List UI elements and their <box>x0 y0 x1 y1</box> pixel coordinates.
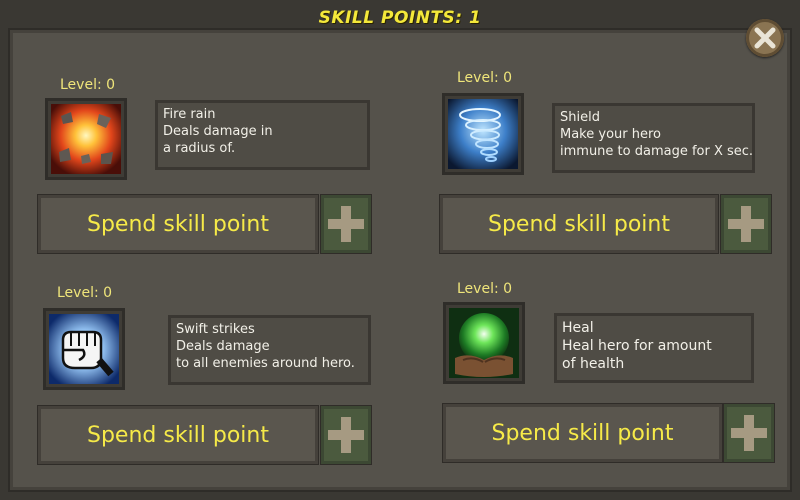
add-heal-button[interactable] <box>724 404 774 462</box>
add-shield-button[interactable] <box>721 195 771 253</box>
spend-skill-point-button-swift-strikes[interactable]: Spend skill point <box>38 406 318 464</box>
add-fire-rain-button[interactable] <box>321 195 371 253</box>
skill-icon-frame-shield <box>442 93 524 175</box>
skill-desc-line: Make your hero <box>560 127 661 142</box>
skill-desc-shield: Shield Make your hero immune to damage f… <box>552 103 755 173</box>
add-swift-strikes-button[interactable] <box>321 406 371 464</box>
close-button[interactable] <box>746 19 784 57</box>
heal-orb-icon <box>449 308 519 378</box>
plus-icon <box>728 206 764 242</box>
skill-icon-frame-swift-strikes <box>43 308 125 390</box>
close-icon <box>754 27 776 49</box>
plus-icon <box>328 206 364 242</box>
skill-level-shield: Level: 0 <box>457 70 513 86</box>
skill-level-fire-rain: Level: 0 <box>60 77 116 93</box>
skill-desc-line: to all enemies around hero. <box>176 356 355 371</box>
skill-desc-line: of health <box>562 356 625 372</box>
spend-skill-point-button-heal[interactable]: Spend skill point <box>443 404 722 462</box>
skill-desc-line: Deals damage <box>176 339 270 354</box>
skill-desc-swift-strikes: Swift strikes Deals damage to all enemie… <box>168 315 371 385</box>
fire-rain-icon <box>51 104 121 174</box>
skill-name-fire-rain: Fire rain <box>163 107 216 122</box>
fist-icon <box>49 314 119 384</box>
skill-icon-frame-heal <box>443 302 525 384</box>
plus-icon <box>731 415 767 451</box>
skill-desc-heal: Heal Heal hero for amount of health <box>554 313 754 383</box>
shield-tornado-icon <box>448 99 518 169</box>
skill-name-swift-strikes: Swift strikes <box>176 322 255 337</box>
skill-desc-line: a radius of. <box>163 141 236 156</box>
spend-skill-point-button-shield[interactable]: Spend skill point <box>440 195 718 253</box>
skill-desc-line: Heal hero for amount <box>562 338 712 354</box>
skill-icon-frame-fire-rain <box>45 98 127 180</box>
skill-name-heal: Heal <box>562 320 594 336</box>
skill-desc-fire-rain: Fire rain Deals damage in a radius of. <box>155 100 370 170</box>
plus-icon <box>328 417 364 453</box>
skill-desc-line: immune to damage for X sec. <box>560 144 754 159</box>
skill-level-heal: Level: 0 <box>457 281 513 297</box>
skill-name-shield: Shield <box>560 110 600 125</box>
spend-skill-point-button-fire-rain[interactable]: Spend skill point <box>38 195 318 253</box>
skill-points-title: SKILL POINTS: 1 <box>318 8 482 28</box>
skill-level-swift-strikes: Level: 0 <box>57 285 113 301</box>
skill-desc-line: Deals damage in <box>163 124 273 139</box>
